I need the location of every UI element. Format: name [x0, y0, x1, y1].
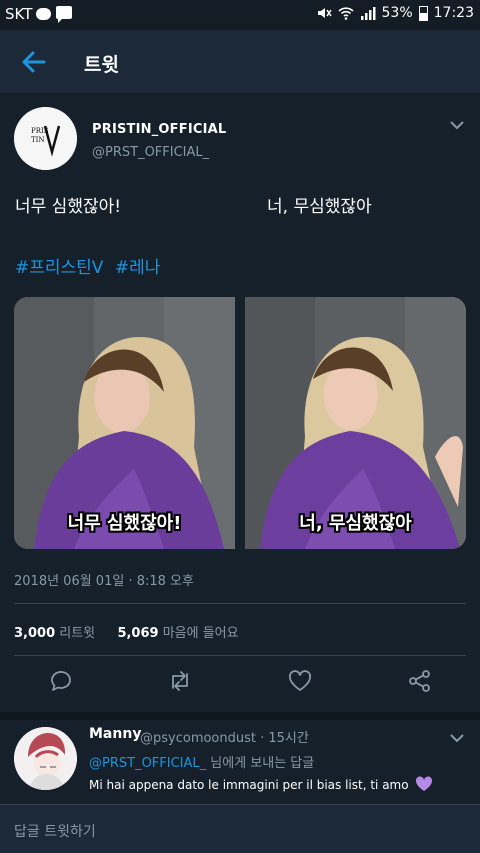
reply-body: Mi hai appena dato le immagini per il bi… — [89, 778, 409, 792]
reply-input-placeholder[interactable]: 답글 트윗하기 — [14, 821, 96, 841]
arrow-left-icon[interactable] — [18, 46, 50, 78]
talk-bubble-icon — [36, 8, 51, 20]
tweet-photo-2[interactable]: 너, 무심했잖아 — [245, 297, 466, 549]
chevron-down-icon[interactable] — [448, 116, 466, 134]
hashtag-link[interactable]: #레나 — [115, 258, 161, 278]
like-count[interactable]: 5,069 — [117, 626, 158, 641]
replying-to: @PRST_OFFICIAL_ 님에게 보내는 답글 — [89, 752, 314, 771]
retweet-icon[interactable] — [167, 668, 193, 694]
clock: 17:23 — [433, 5, 474, 21]
battery-icon — [418, 5, 428, 21]
hashtag-link[interactable]: #프리스틴V — [15, 258, 103, 278]
tweet-stats: 3,000 리트윗 5,069 마음에 들어요 — [14, 622, 239, 641]
wifi-icon — [337, 7, 354, 20]
reply-avatar[interactable] — [14, 727, 77, 790]
svg-text:TIN: TIN — [31, 136, 45, 144]
purple-heart-icon — [416, 776, 433, 791]
mention-link[interactable]: @PRST_OFFICIAL_ — [89, 756, 206, 771]
reply-author-name[interactable]: Manny — [89, 726, 141, 742]
reply-compose-bar[interactable]: 답글 트윗하기 — [0, 804, 480, 853]
app-header: 트윗 — [0, 30, 480, 94]
author-handle[interactable]: @PRST_OFFICIAL_ — [92, 145, 209, 160]
replying-to-suffix: 님에게 보내는 답글 — [206, 756, 315, 771]
retweet-label[interactable]: 리트윗 — [59, 626, 95, 641]
tweet-text-line-1: 너무 심했잖아! — [15, 197, 122, 217]
author-avatar[interactable]: PRIS TIN — [14, 107, 77, 170]
avatar-image — [14, 727, 77, 790]
chevron-down-icon[interactable] — [448, 729, 466, 747]
reply-icon[interactable] — [48, 668, 74, 694]
status-right: 53% 17:23 — [316, 5, 474, 21]
retweet-count[interactable]: 3,000 — [14, 626, 55, 641]
reply-text: Mi hai appena dato le immagini per il bi… — [89, 776, 433, 792]
author-display-name[interactable]: PRISTIN_OFFICIAL — [92, 122, 226, 137]
tweet-actions — [0, 668, 480, 702]
status-bar: SKT 53% 17:23 — [0, 0, 480, 30]
page-title: 트윗 — [84, 54, 119, 76]
like-label[interactable]: 마음에 들어요 — [163, 626, 239, 641]
share-icon[interactable] — [407, 668, 433, 694]
battery-percent: 53% — [381, 5, 413, 21]
mute-icon — [317, 8, 332, 18]
like-icon[interactable] — [287, 668, 313, 694]
signal-icon — [360, 7, 376, 20]
pristin-logo: PRIS TIN — [14, 107, 77, 170]
reply-meta: @psycomoondust · 15시간 — [140, 731, 309, 746]
hashtag-row: #프리스틴V #레나 — [15, 253, 166, 278]
divider — [14, 655, 466, 656]
carrier-label: SKT — [5, 5, 33, 23]
photo-caption: 너, 무심했잖아 — [299, 513, 412, 534]
photo-caption: 너무 심했잖아! — [67, 513, 182, 534]
divider — [14, 603, 466, 604]
tweet-timestamp: 2018년 06월 01일 · 8:18 오후 — [14, 574, 194, 589]
section-separator — [0, 712, 480, 720]
tweet-text-line-2: 너, 무심했잖아 — [267, 197, 372, 217]
message-icon — [56, 6, 72, 23]
tweet-photo-1[interactable]: 너무 심했잖아! — [14, 297, 235, 549]
